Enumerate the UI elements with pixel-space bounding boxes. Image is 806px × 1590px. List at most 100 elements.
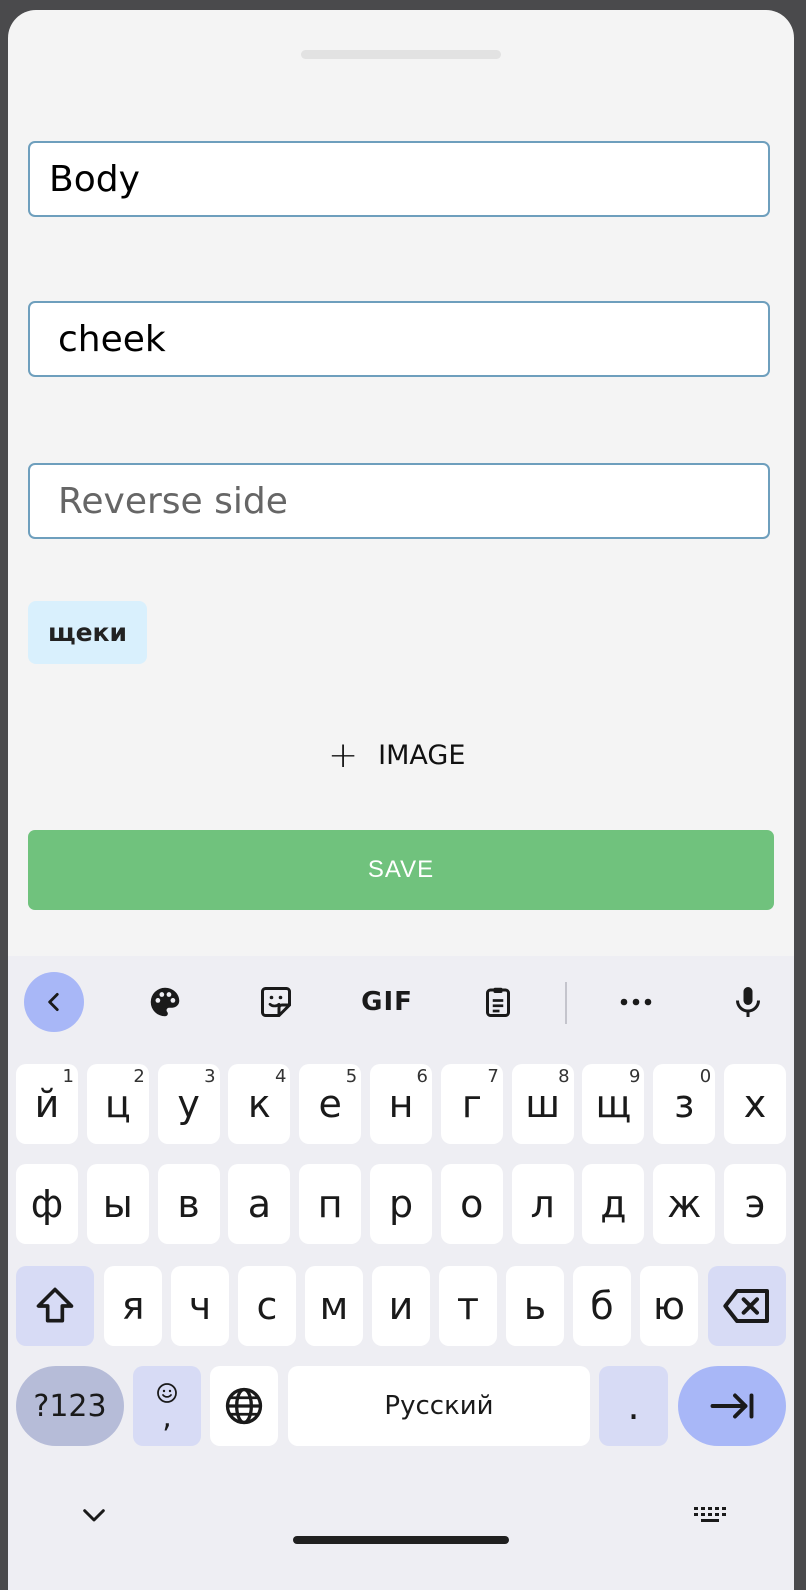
gif-icon[interactable]: GIF bbox=[357, 972, 417, 1032]
key-number-hint: 6 bbox=[416, 1066, 428, 1087]
key-к[interactable]: к4 bbox=[228, 1064, 291, 1144]
globe-key[interactable] bbox=[210, 1366, 278, 1446]
key-б[interactable]: б bbox=[573, 1266, 631, 1346]
key-label: ж bbox=[667, 1182, 702, 1226]
key-х[interactable]: х bbox=[724, 1064, 786, 1144]
chevron-left-icon[interactable] bbox=[24, 972, 84, 1032]
key-н[interactable]: н6 bbox=[370, 1064, 432, 1144]
key-label: и bbox=[388, 1284, 414, 1328]
key-label: с bbox=[256, 1284, 278, 1328]
key-number-hint: 1 bbox=[62, 1066, 74, 1087]
shift-icon bbox=[36, 1287, 74, 1323]
key-ю[interactable]: ю bbox=[640, 1266, 698, 1346]
globe-icon bbox=[225, 1387, 263, 1425]
key-label: х bbox=[743, 1082, 767, 1126]
key-label: к bbox=[247, 1082, 271, 1126]
space-key[interactable]: Русский bbox=[288, 1366, 590, 1446]
more-icon[interactable] bbox=[606, 972, 666, 1032]
key-label: ч bbox=[188, 1284, 212, 1328]
front-side-input[interactable] bbox=[30, 303, 768, 375]
key-с[interactable]: с bbox=[238, 1266, 296, 1346]
key-label: п bbox=[317, 1182, 343, 1226]
key-г[interactable]: г7 bbox=[440, 1064, 503, 1144]
key-label: ь bbox=[523, 1284, 547, 1328]
key-щ[interactable]: щ9 bbox=[582, 1064, 645, 1144]
emoji-comma-key[interactable]: , bbox=[133, 1366, 201, 1446]
key-ч[interactable]: ч bbox=[171, 1266, 229, 1346]
key-label: ф bbox=[30, 1182, 64, 1226]
key-м[interactable]: м bbox=[305, 1266, 363, 1346]
clipboard-icon[interactable] bbox=[468, 972, 528, 1032]
key-п[interactable]: п bbox=[299, 1164, 362, 1244]
key-ж[interactable]: ж bbox=[653, 1164, 716, 1244]
microphone-icon[interactable] bbox=[718, 972, 778, 1032]
translation-suggestion-chip[interactable]: щеки bbox=[28, 601, 147, 664]
key-э[interactable]: э bbox=[724, 1164, 786, 1244]
key-number-hint: 7 bbox=[487, 1066, 499, 1087]
reverse-side-field[interactable] bbox=[28, 463, 770, 539]
key-label: д bbox=[600, 1182, 627, 1226]
key-label: й bbox=[34, 1082, 60, 1126]
key-т[interactable]: т bbox=[439, 1266, 497, 1346]
key-label: э bbox=[744, 1182, 766, 1226]
key-label: ю bbox=[653, 1284, 685, 1328]
backspace-key[interactable] bbox=[708, 1266, 786, 1346]
key-label: в bbox=[177, 1182, 200, 1226]
key-р[interactable]: р bbox=[370, 1164, 432, 1244]
backspace-icon bbox=[723, 1289, 769, 1323]
category-field[interactable] bbox=[28, 141, 770, 217]
key-е[interactable]: е5 bbox=[299, 1064, 362, 1144]
key-у[interactable]: у3 bbox=[157, 1064, 220, 1144]
palette-icon[interactable] bbox=[135, 972, 195, 1032]
key-number-hint: 3 bbox=[204, 1066, 216, 1087]
key-label: м bbox=[319, 1284, 349, 1328]
key-label: я bbox=[121, 1284, 145, 1328]
key-label: л bbox=[530, 1182, 555, 1226]
key-ф[interactable]: ф bbox=[16, 1164, 78, 1244]
key-ц[interactable]: ц2 bbox=[86, 1064, 149, 1144]
key-й[interactable]: й1 bbox=[16, 1064, 78, 1144]
key-и[interactable]: и bbox=[372, 1266, 430, 1346]
enter-key[interactable] bbox=[678, 1366, 786, 1446]
key-л[interactable]: л bbox=[511, 1164, 574, 1244]
key-в[interactable]: в bbox=[157, 1164, 220, 1244]
key-label: б bbox=[590, 1284, 614, 1328]
shift-key[interactable] bbox=[16, 1266, 94, 1346]
symbols-key[interactable]: ?123 bbox=[16, 1366, 124, 1446]
key-label: у bbox=[177, 1082, 200, 1126]
category-input[interactable] bbox=[30, 143, 768, 215]
key-number-hint: 4 bbox=[274, 1066, 287, 1087]
comma-label: , bbox=[162, 1400, 172, 1435]
front-side-field[interactable] bbox=[28, 301, 770, 377]
key-ь[interactable]: ь bbox=[506, 1266, 564, 1346]
key-label: ц bbox=[104, 1082, 131, 1126]
key-д[interactable]: д bbox=[582, 1164, 645, 1244]
key-ы[interactable]: ы bbox=[86, 1164, 149, 1244]
keyboard: GIF й1ц2у3к4е5н6г7ш8щ9з0х фывапролджэ яч… bbox=[8, 956, 794, 1590]
key-label: о bbox=[460, 1182, 484, 1226]
drag-handle[interactable] bbox=[301, 50, 501, 59]
key-number-hint: 2 bbox=[133, 1066, 145, 1087]
reverse-side-input[interactable] bbox=[30, 465, 768, 537]
key-а[interactable]: а bbox=[228, 1164, 291, 1244]
period-key[interactable]: . bbox=[599, 1366, 668, 1446]
key-я[interactable]: я bbox=[104, 1266, 162, 1346]
hide-keyboard-chevron-icon[interactable] bbox=[78, 1504, 110, 1532]
key-label: щ bbox=[595, 1082, 632, 1126]
key-label: н bbox=[388, 1082, 414, 1126]
add-image-button[interactable]: + IMAGE bbox=[328, 730, 488, 780]
key-label: г bbox=[461, 1082, 482, 1126]
key-number-hint: 8 bbox=[558, 1066, 570, 1087]
toolbar-divider bbox=[565, 982, 567, 1024]
keyboard-switch-icon[interactable] bbox=[692, 1504, 728, 1532]
key-о[interactable]: о bbox=[440, 1164, 503, 1244]
key-ш[interactable]: ш8 bbox=[511, 1064, 574, 1144]
key-з[interactable]: з0 bbox=[653, 1064, 716, 1144]
key-label: а bbox=[247, 1182, 272, 1226]
key-label: т bbox=[456, 1284, 480, 1328]
key-number-hint: 0 bbox=[699, 1066, 712, 1087]
home-indicator[interactable] bbox=[293, 1536, 509, 1544]
save-button[interactable]: SAVE bbox=[28, 830, 774, 910]
tab-arrow-icon bbox=[710, 1393, 754, 1419]
sticker-icon[interactable] bbox=[246, 972, 306, 1032]
